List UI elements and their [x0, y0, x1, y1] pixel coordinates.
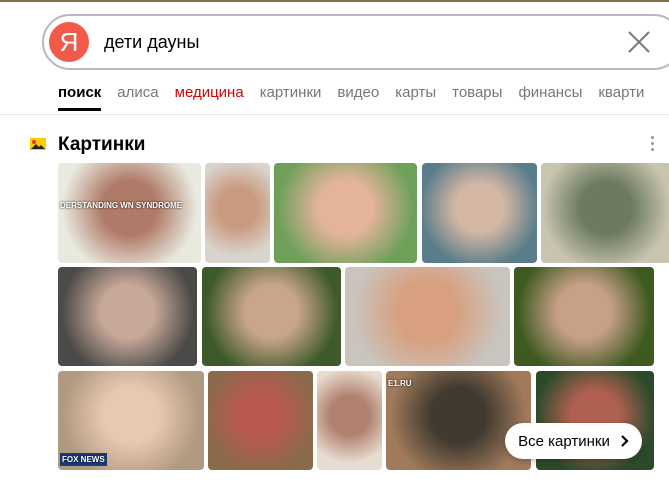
image-thumbnail[interactable]	[514, 267, 654, 366]
yandex-logo[interactable]: Я	[49, 22, 89, 62]
image-thumbnail[interactable]: DERSTANDING WN SYNDROME	[58, 163, 201, 263]
tab-images[interactable]: картинки	[260, 84, 322, 111]
all-images-button[interactable]: Все картинки	[505, 423, 642, 459]
image-thumbnail[interactable]	[541, 163, 669, 263]
image-caption: E1.RU	[388, 379, 412, 388]
images-icon	[30, 138, 46, 150]
image-thumbnail[interactable]: E1.RU	[386, 371, 531, 470]
all-images-label: Все картинки	[518, 432, 610, 450]
image-thumbnail[interactable]	[205, 163, 270, 263]
image-thumbnail[interactable]	[202, 267, 341, 366]
image-thumbnail[interactable]	[274, 163, 417, 263]
chevron-right-icon	[621, 435, 629, 447]
window-top-border	[0, 0, 669, 2]
image-thumbnail[interactable]: FOX NEWS	[58, 371, 204, 470]
tab-maps[interactable]: карты	[395, 84, 436, 111]
divider	[0, 114, 669, 115]
tab-realty[interactable]: кварти	[598, 84, 644, 111]
image-caption: FOX NEWS	[60, 453, 107, 466]
tab-products[interactable]: товары	[452, 84, 502, 111]
image-thumbnail[interactable]	[345, 267, 510, 366]
search-tabs: поиск алиса медицина картинки видео карт…	[58, 84, 644, 111]
image-thumbnail[interactable]	[58, 267, 197, 366]
section-title: Картинки	[58, 134, 146, 155]
more-options-icon[interactable]	[648, 136, 656, 154]
tab-video[interactable]: видео	[337, 84, 379, 111]
close-icon[interactable]	[626, 29, 652, 55]
tab-medicine[interactable]: медицина	[175, 84, 244, 111]
image-thumbnail[interactable]	[422, 163, 537, 263]
search-box[interactable]: Я дети дауны	[42, 14, 669, 70]
tab-finance[interactable]: финансы	[518, 84, 582, 111]
search-input[interactable]: дети дауны	[104, 32, 199, 53]
image-thumbnail[interactable]	[208, 371, 313, 470]
image-thumbnail[interactable]	[317, 371, 382, 470]
tab-alice[interactable]: алиса	[117, 84, 158, 111]
tab-search[interactable]: поиск	[58, 84, 102, 111]
image-caption: DERSTANDING WN SYNDROME	[60, 201, 183, 210]
